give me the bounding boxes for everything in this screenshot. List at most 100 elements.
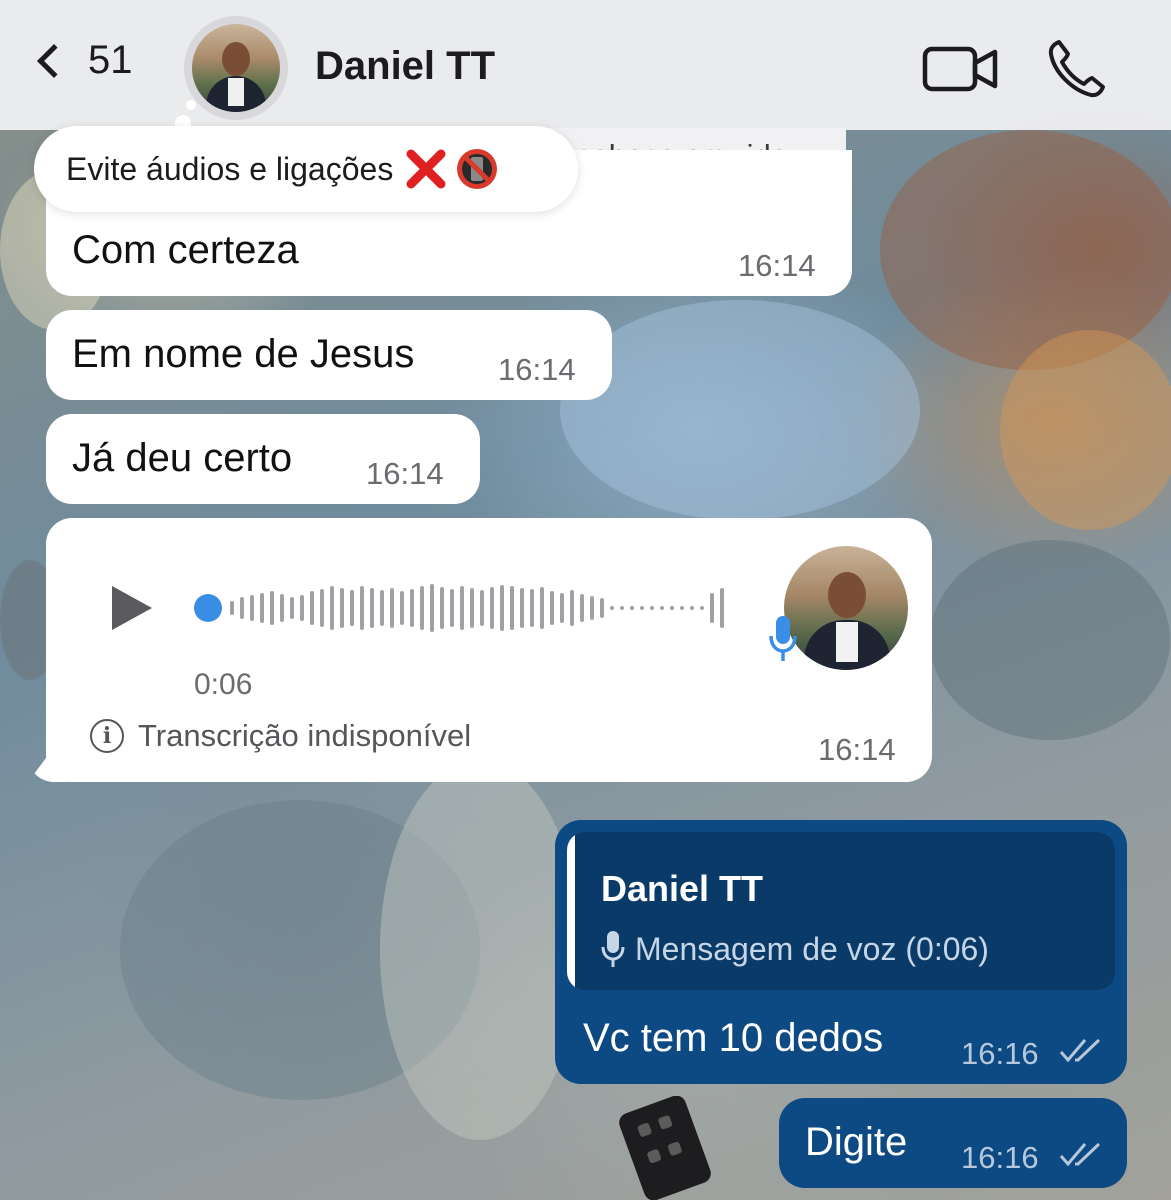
waveform-bar (270, 591, 274, 625)
outgoing-message[interactable]: Daniel TT Mensagem de voz (0:06) Vc tem … (555, 820, 1127, 1084)
sender-avatar (784, 546, 908, 670)
waveform-bar (660, 606, 664, 610)
info-icon: i (90, 719, 124, 753)
waveform-bar (340, 588, 344, 628)
wallpaper-shape (880, 130, 1171, 370)
voice-duration: 0:06 (194, 668, 253, 701)
waveform-bar (550, 591, 554, 625)
waveform-bar (280, 594, 284, 622)
waveform-bar (450, 589, 454, 627)
reply-accent-bar (567, 832, 575, 990)
play-icon[interactable] (108, 584, 156, 632)
reply-preview: Mensagem de voz (0:06) (601, 930, 989, 968)
back-chevron-icon (37, 43, 71, 78)
waveform-bar (420, 586, 424, 630)
message-time: 16:16 (961, 1036, 1039, 1071)
waveform-bar (330, 586, 334, 630)
waveform-bar (250, 595, 254, 621)
waveform-bar (570, 590, 574, 626)
message-time: 16:14 (366, 456, 444, 491)
read-ticks-icon (1059, 1142, 1101, 1167)
no-phone-icon (457, 149, 498, 189)
waveform-bar (410, 589, 414, 627)
voice-waveform[interactable] (194, 578, 734, 638)
voice-message[interactable]: 0:06 i Transcrição indisponível 16:14 (46, 518, 932, 782)
waveform-bar (320, 589, 324, 627)
reply-quote[interactable]: Daniel TT Mensagem de voz (0:06) (567, 832, 1115, 990)
message-time: 16:14 (818, 732, 896, 767)
waveform-bar (690, 606, 694, 610)
back-button[interactable]: 51 (30, 38, 133, 83)
transcription-status[interactable]: i Transcrição indisponível (90, 718, 471, 754)
video-call-icon[interactable] (922, 46, 998, 92)
tooltip-text: Evite áudios e ligações (66, 150, 394, 187)
waveform-bar (400, 591, 404, 625)
outgoing-message[interactable]: Digite 16:16 (779, 1098, 1127, 1188)
waveform-bar (230, 601, 234, 615)
message-text: Com certeza (72, 228, 299, 272)
waveform-bar (350, 590, 354, 626)
waveform-bar (430, 584, 434, 632)
waveform-bar (520, 588, 524, 628)
waveform-bar (530, 589, 534, 627)
transcription-text: Transcrição indisponível (138, 718, 472, 753)
contact-avatar-button[interactable] (184, 16, 288, 120)
avatar-figure (222, 42, 250, 76)
avatar-figure (228, 78, 244, 106)
wallpaper-shape (560, 300, 920, 520)
unread-count: 51 (88, 38, 133, 82)
waveform-bar (580, 594, 584, 622)
avatar-figure (836, 622, 858, 662)
avatar-figure (828, 572, 866, 618)
waveform-bar (290, 597, 294, 619)
tooltip-tail (186, 100, 196, 110)
waveform-bar (670, 606, 674, 610)
waveform-bar (680, 606, 684, 610)
waveform-bar (620, 606, 624, 610)
wallpaper-shape (380, 760, 580, 1140)
waveform-bar (300, 595, 304, 621)
reply-preview-text: Mensagem de voz (0:06) (635, 930, 989, 967)
incoming-message[interactable]: Em nome de Jesus 16:14 (46, 310, 612, 400)
waveform-bar (710, 593, 714, 623)
contact-name[interactable]: Daniel TT (315, 44, 495, 89)
waveform-bar (500, 585, 504, 631)
wallpaper-shape (930, 540, 1170, 740)
message-text: Vc tem 10 dedos (583, 1016, 884, 1060)
waveform-bar (460, 586, 464, 630)
microphone-icon (769, 616, 797, 661)
waveform-bar (560, 593, 564, 623)
status-tooltip[interactable]: Evite áudios e ligações (34, 126, 578, 212)
guitar-decoration (619, 1096, 711, 1200)
message-text: Em nome de Jesus (72, 332, 415, 376)
microphone-icon (601, 931, 625, 967)
message-time: 16:14 (738, 248, 816, 283)
cross-mark-icon (406, 149, 446, 189)
waveform-bar (310, 591, 314, 625)
playhead-dot[interactable] (194, 594, 222, 622)
waveform-bar (610, 606, 614, 610)
waveform-bar (260, 593, 264, 623)
waveform-bar (380, 590, 384, 626)
chat-header: 51 Daniel TT (0, 0, 1171, 130)
waveform-bar (510, 586, 514, 630)
reply-sender-name: Daniel TT (601, 868, 764, 909)
incoming-message[interactable]: Já deu certo 16:14 (46, 414, 480, 504)
message-time: 16:14 (498, 352, 576, 387)
read-ticks-icon (1059, 1038, 1101, 1063)
waveform-bar (390, 588, 394, 628)
waveform-bar (470, 588, 474, 628)
waveform-bar (370, 588, 374, 628)
waveform-bar (720, 588, 724, 628)
message-text: Já deu certo (72, 436, 293, 480)
waveform-bar (600, 598, 604, 618)
waveform-bar (240, 597, 244, 619)
waveform-bar (440, 587, 444, 629)
phone-call-icon[interactable] (1046, 38, 1108, 100)
waveform-bar (650, 606, 654, 610)
avatar (192, 24, 280, 112)
waveform-bar (490, 587, 494, 629)
waveform-bar (360, 586, 364, 630)
waveform-bar (700, 606, 704, 610)
message-time: 16:16 (961, 1140, 1039, 1175)
